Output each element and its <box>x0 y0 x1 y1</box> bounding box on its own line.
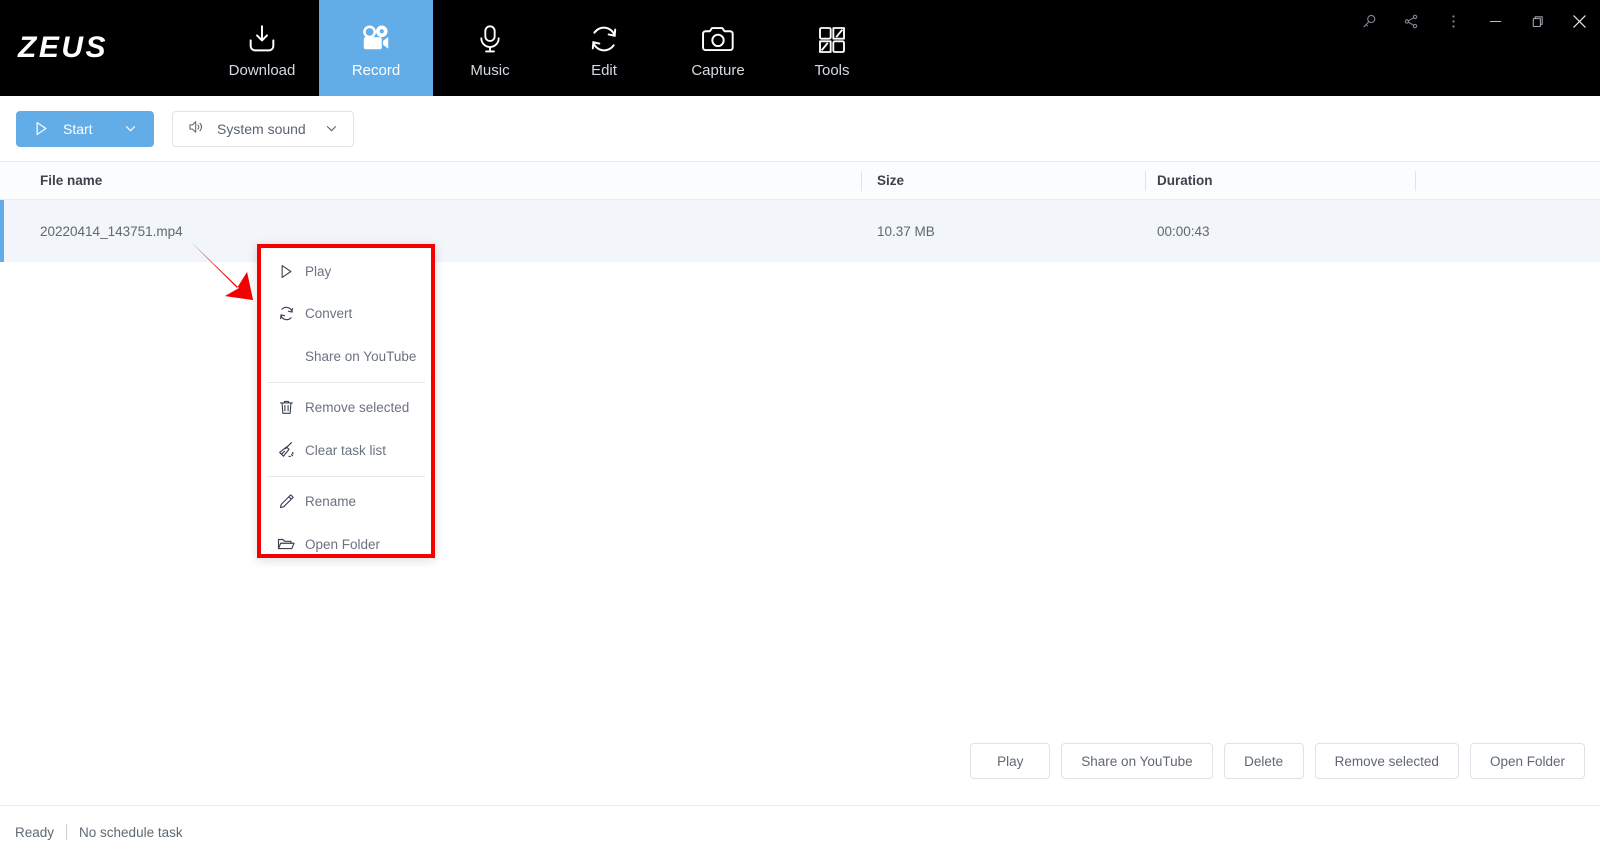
cell-size: 10.37 MB <box>877 223 935 239</box>
menu-separator <box>267 475 425 477</box>
menu-item-rename[interactable]: Rename <box>257 481 435 524</box>
broom-icon <box>269 440 303 460</box>
menu-item-clear-task-list-label: Clear task list <box>305 442 387 458</box>
bottom-action-bar: Play Share on YouTube Delete Remove sele… <box>0 742 1600 780</box>
play-icon <box>269 262 303 281</box>
menu-item-convert[interactable]: Convert <box>257 293 435 336</box>
video-camera-icon <box>358 18 394 56</box>
chevron-down-icon[interactable] <box>123 121 138 136</box>
menu-item-play[interactable]: Play <box>257 250 435 293</box>
menu-item-share-on-youtube[interactable]: Share on YouTube <box>257 335 435 378</box>
menu-item-play-label: Play <box>305 263 332 279</box>
system-sound-selector[interactable]: System sound <box>172 110 354 147</box>
zeus-app-window: ZEUS Download Record Music Edit Capture … <box>0 0 1600 858</box>
delete-button[interactable]: Delete <box>1223 743 1304 779</box>
menu-item-convert-label: Convert <box>305 306 353 322</box>
row-selection-accent <box>0 200 4 262</box>
column-header-size[interactable]: Size <box>877 162 904 199</box>
nav-item-download[interactable]: Download <box>205 0 319 96</box>
share-nodes-icon[interactable] <box>1398 8 1424 34</box>
more-vertical-icon[interactable] <box>1440 8 1466 34</box>
nav-item-tools-label: Tools <box>814 62 850 79</box>
cell-duration: 00:00:43 <box>1157 223 1210 239</box>
status-bar: Ready No schedule task <box>0 805 1600 858</box>
task-table-header: File name Size Duration <box>0 161 1600 200</box>
nav-item-edit[interactable]: Edit <box>547 0 661 96</box>
refresh-edit-icon <box>587 18 621 56</box>
grid-tools-icon <box>816 18 848 56</box>
menu-item-share-on-youtube-label: Share on YouTube <box>305 348 417 364</box>
column-separator[interactable] <box>861 171 862 191</box>
column-separator[interactable] <box>1415 171 1416 191</box>
column-separator[interactable] <box>1145 171 1146 191</box>
nav-item-record[interactable]: Record <box>319 0 433 96</box>
close-icon[interactable] <box>1566 8 1592 34</box>
folder-icon <box>269 534 303 554</box>
table-row[interactable]: 20220414_143751.mp4 10.37 MB 00:00:43 <box>0 200 1600 262</box>
download-icon <box>245 18 279 56</box>
nav-item-download-label: Download <box>228 62 296 79</box>
menu-item-open-folder-label: Open Folder <box>305 536 381 552</box>
nav-item-edit-label: Edit <box>591 62 617 79</box>
status-state: Ready <box>15 824 55 840</box>
menu-item-remove-selected-label: Remove selected <box>305 400 410 416</box>
context-menu: Play Convert Share on YouTube Remove sel… <box>257 244 435 558</box>
menu-item-rename-label: Rename <box>305 494 357 510</box>
menu-item-clear-task-list[interactable]: Clear task list <box>257 429 435 472</box>
trash-icon <box>269 398 303 417</box>
cell-file-name: 20220414_143751.mp4 <box>40 223 183 239</box>
column-header-file-name[interactable]: File name <box>40 162 102 199</box>
open-folder-button[interactable]: Open Folder <box>1469 743 1585 779</box>
minimize-icon[interactable] <box>1482 8 1508 34</box>
menu-item-open-folder[interactable]: Open Folder <box>257 523 435 566</box>
window-controls <box>1356 8 1592 34</box>
menu-item-remove-selected[interactable]: Remove selected <box>257 387 435 430</box>
top-navigation-bar: ZEUS Download Record Music Edit Capture … <box>0 0 1600 96</box>
context-menu-container: Play Convert Share on YouTube Remove sel… <box>257 244 435 558</box>
action-toolbar: Start System sound <box>0 96 1600 161</box>
remove-selected-button[interactable]: Remove selected <box>1314 743 1459 779</box>
nav-item-record-label: Record <box>351 62 401 79</box>
nav-item-capture[interactable]: Capture <box>661 0 775 96</box>
nav-item-music[interactable]: Music <box>433 0 547 96</box>
app-logo: ZEUS <box>18 31 109 64</box>
status-separator <box>66 824 68 840</box>
nav-item-tools[interactable]: Tools <box>775 0 889 96</box>
speaker-icon <box>187 118 205 139</box>
key-search-icon[interactable] <box>1356 8 1382 34</box>
column-header-duration[interactable]: Duration <box>1157 162 1213 199</box>
play-button[interactable]: Play <box>970 743 1051 779</box>
pencil-icon <box>269 492 303 511</box>
status-schedule: No schedule task <box>79 824 183 840</box>
system-sound-label: System sound <box>217 120 306 137</box>
microphone-icon <box>474 18 506 56</box>
menu-separator <box>267 381 425 383</box>
start-button-label: Start <box>63 120 93 137</box>
start-button[interactable]: Start <box>16 110 154 147</box>
maximize-icon[interactable] <box>1524 8 1550 34</box>
play-icon <box>32 119 51 138</box>
chevron-down-icon[interactable] <box>324 121 339 136</box>
nav-item-capture-label: Capture <box>691 62 745 79</box>
nav-item-music-label: Music <box>470 62 510 79</box>
camera-icon <box>700 18 736 56</box>
nav-items: Download Record Music Edit Capture Tools <box>205 0 889 96</box>
convert-icon <box>269 304 303 323</box>
share-on-youtube-button[interactable]: Share on YouTube <box>1061 743 1213 779</box>
